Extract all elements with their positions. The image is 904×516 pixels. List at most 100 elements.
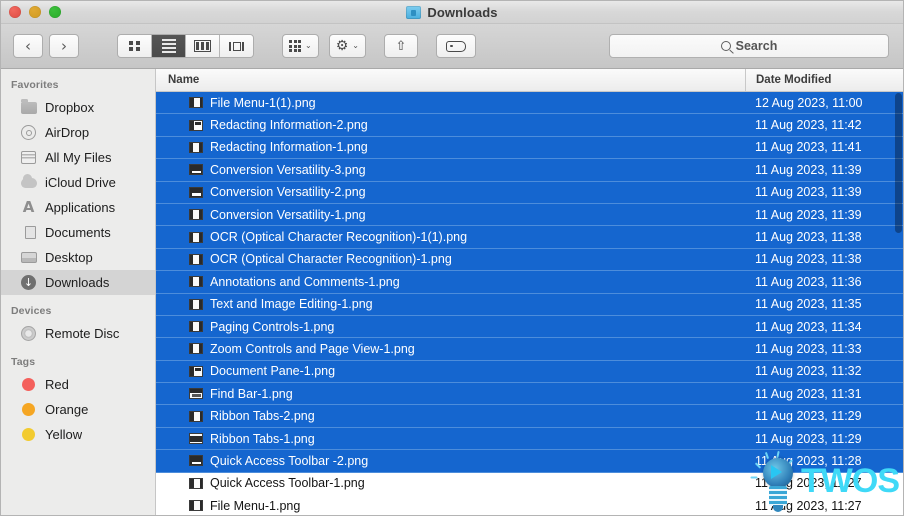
table-row[interactable]: Paging Controls-1.png 11 Aug 2023, 11:34 <box>156 315 903 339</box>
sidebar-item-label: Applications <box>45 200 116 215</box>
table-row[interactable]: Ribbon Tabs-1.png 11 Aug 2023, 11:29 <box>156 427 903 451</box>
table-row[interactable]: Conversion Versatility-1.png 11 Aug 2023,… <box>156 203 903 227</box>
file-name-label: Text and Image Editing-1.png <box>210 297 373 312</box>
downloads-icon: ↓ <box>20 275 37 290</box>
table-row[interactable]: Find Bar-1.png 11 Aug 2023, 11:31 <box>156 383 903 406</box>
icon-view-button[interactable] <box>118 35 152 57</box>
table-row[interactable]: File Menu-1.png 11 Aug 2023, 11:27 <box>156 495 903 515</box>
table-row[interactable]: Quick Access Toolbar -2.png 11 Aug 2023, … <box>156 450 903 473</box>
file-date-cell: 11 Aug 2023, 11:39 <box>755 162 862 177</box>
table-row[interactable]: Document Pane-1.png 11 Aug 2023, 11:32 <box>156 360 903 384</box>
tag-button[interactable] <box>435 34 476 58</box>
column-header-date-modified[interactable]: Date Modified <box>745 69 903 91</box>
file-thumbnail-icon <box>189 209 203 221</box>
list-view-button[interactable] <box>152 35 186 57</box>
file-name-cell: File Menu-1.png <box>156 499 745 513</box>
action-menu-button[interactable]: ⚙ ⌄ <box>328 34 366 58</box>
file-name-cell: Conversion Versatility-1.png <box>156 208 745 222</box>
table-row[interactable]: OCR (Optical Character Recognition)-1(1)… <box>156 226 903 249</box>
file-thumbnail-icon <box>189 276 203 288</box>
arrange-button[interactable]: ⌄ <box>282 34 319 58</box>
back-button[interactable]: ‹ <box>13 34 43 58</box>
table-row[interactable]: Ribbon Tabs-2.png 11 Aug 2023, 11:29 <box>156 405 903 428</box>
sidebar-item-label: Orange <box>45 402 89 417</box>
sidebar-item-remote-disc[interactable]: Remote Disc <box>1 321 155 346</box>
sidebar-item-all-my-files[interactable]: All My Files <box>1 145 155 170</box>
file-name-cell: Text and Image Editing-1.png <box>156 297 745 311</box>
sidebar-item-tag-red[interactable]: Red <box>1 372 155 397</box>
table-row[interactable]: Redacting Information-1.png 11 Aug 2023, … <box>156 136 903 160</box>
sidebar-item-tag-orange[interactable]: Orange <box>1 397 155 422</box>
file-date-cell: 11 Aug 2023, 11:27 <box>755 476 862 491</box>
file-name-cell: File Menu-1(1).png <box>156 96 745 110</box>
file-thumbnail-icon <box>189 433 203 445</box>
vertical-scrollbar[interactable] <box>895 93 902 233</box>
sidebar-item-desktop[interactable]: Desktop <box>1 245 155 270</box>
list-icon <box>161 39 176 53</box>
file-name-cell: Ribbon Tabs-1.png <box>156 432 745 446</box>
table-row[interactable]: Text and Image Editing-1.png 11 Aug 2023,… <box>156 293 903 316</box>
search-icon <box>720 41 731 51</box>
table-row[interactable]: Redacting Information-2.png 11 Aug 2023, … <box>156 114 903 137</box>
sidebar-item-label: Dropbox <box>45 100 95 115</box>
file-thumbnail-icon <box>189 365 203 377</box>
share-button[interactable]: ⇧ <box>383 34 418 58</box>
sidebar-item-documents[interactable]: Documents <box>1 220 155 245</box>
window-body: Favorites Dropbox AirDrop All My Files i… <box>1 69 903 515</box>
tag-dot-icon <box>20 377 37 392</box>
airdrop-icon <box>20 125 37 140</box>
file-name-label: Conversion Versatility-2.png <box>210 185 366 200</box>
sidebar-item-label: Red <box>45 377 69 392</box>
file-date-cell: 11 Aug 2023, 11:27 <box>755 498 862 513</box>
forward-button[interactable]: › <box>49 34 79 58</box>
sidebar-item-label: iCloud Drive <box>45 175 116 190</box>
applications-icon: A <box>22 198 35 216</box>
arrange-icon <box>289 40 301 52</box>
search-input[interactable]: Search <box>609 34 889 58</box>
file-name-cell: Find Bar-1.png <box>156 387 745 401</box>
file-name-cell: Quick Access Toolbar -2.png <box>156 454 745 468</box>
table-row[interactable]: Conversion Versatility-3.png 11 Aug 2023,… <box>156 159 903 182</box>
folder-icon <box>406 5 422 19</box>
grid-icon <box>129 40 140 52</box>
sidebar-item-dropbox[interactable]: Dropbox <box>1 95 155 120</box>
file-thumbnail-icon <box>189 410 203 422</box>
chevron-down-icon: ⌄ <box>305 41 312 50</box>
file-name-cell: Quick Access Toolbar-1.png <box>156 476 745 490</box>
file-name-label: OCR (Optical Character Recognition)-1(1)… <box>210 230 468 245</box>
file-date-cell: 11 Aug 2023, 11:38 <box>755 230 862 245</box>
sidebar-item-airdrop[interactable]: AirDrop <box>1 120 155 145</box>
file-name-cell: Zoom Controls and Page View-1.png <box>156 342 745 356</box>
chevron-right-icon: › <box>61 36 67 55</box>
sidebar-item-tag-yellow[interactable]: Yellow <box>1 422 155 447</box>
file-date-cell: 11 Aug 2023, 11:39 <box>755 185 862 200</box>
sidebar-section-tags-title: Tags <box>11 356 36 368</box>
table-row[interactable]: Conversion Versatility-2.png 11 Aug 2023,… <box>156 181 903 204</box>
sidebar-item-icloud-drive[interactable]: iCloud Drive <box>1 170 155 195</box>
file-name-label: Annotations and Comments-1.png <box>210 274 400 289</box>
window-title: Downloads <box>1 1 903 23</box>
gear-icon: ⚙ <box>335 38 349 54</box>
table-row[interactable]: File Menu-1(1).png 12 Aug 2023, 11:00 <box>156 92 903 115</box>
file-date-cell: 11 Aug 2023, 11:38 <box>755 252 862 267</box>
file-name-cell: Document Pane-1.png <box>156 364 745 378</box>
sidebar-item-downloads[interactable]: ↓ Downloads <box>1 270 155 295</box>
file-name-label: Conversion Versatility-3.png <box>210 162 366 177</box>
coverflow-view-button[interactable] <box>220 35 253 57</box>
column-header-name[interactable]: Name <box>156 74 745 86</box>
file-date-cell: 11 Aug 2023, 11:42 <box>755 118 862 133</box>
table-row[interactable]: OCR (Optical Character Recognition)-1.pn… <box>156 248 903 272</box>
sidebar-item-label: Desktop <box>45 250 93 265</box>
zoom-button[interactable] <box>49 6 61 18</box>
table-row[interactable]: Zoom Controls and Page View-1.png 11 Aug … <box>156 338 903 361</box>
minimize-button[interactable] <box>29 6 41 18</box>
table-row[interactable]: Quick Access Toolbar-1.png 11 Aug 2023, 1… <box>156 472 903 496</box>
table-row[interactable]: Annotations and Comments-1.png 11 Aug 202… <box>156 271 903 294</box>
sidebar-item-applications[interactable]: A Applications <box>1 195 155 220</box>
chevron-left-icon: ‹ <box>25 36 31 55</box>
column-view-button[interactable] <box>186 35 220 57</box>
file-name-cell: OCR (Optical Character Recognition)-1(1)… <box>156 230 745 244</box>
file-name-label: Ribbon Tabs-2.png <box>210 409 315 424</box>
close-button[interactable] <box>9 6 21 18</box>
file-date-cell: 11 Aug 2023, 11:29 <box>755 431 862 446</box>
